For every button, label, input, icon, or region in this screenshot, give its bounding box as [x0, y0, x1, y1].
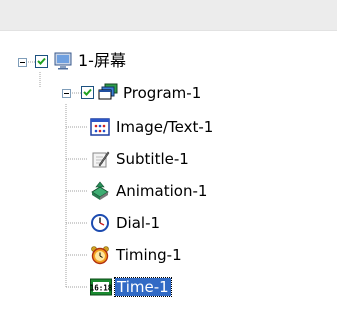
checkmark-icon — [83, 88, 92, 96]
monitor-icon — [53, 51, 73, 71]
tree-node-label-item[interactable]: Subtitle-1 — [114, 150, 191, 168]
svg-text:16:18: 16:18 — [90, 284, 112, 293]
program-tree[interactable]: 1-屏幕 Program-1 Image/Text-1 Subtitle-1 A… — [0, 0, 337, 335]
digital-clock-icon: 16:18 — [90, 277, 113, 297]
image-text-icon — [90, 117, 110, 137]
expand-toggle-program[interactable] — [62, 89, 71, 98]
expand-toggle-screen[interactable] — [18, 58, 27, 67]
tree-node-label-program[interactable]: Program-1 — [121, 84, 203, 102]
checkbox-program[interactable] — [81, 86, 94, 99]
tree-node-label-screen[interactable]: 1-屏幕 — [76, 52, 128, 70]
tree-node-label-item[interactable]: Dial-1 — [114, 214, 162, 232]
checkmark-icon — [37, 57, 46, 65]
clock-dial-icon — [90, 213, 110, 233]
tree-node-label-item[interactable]: Image/Text-1 — [114, 118, 215, 136]
tree-node-label-item[interactable]: Timing-1 — [114, 246, 184, 264]
animation-icon — [90, 181, 110, 201]
pencil-paper-icon — [90, 149, 110, 169]
tree-node-label-item-selected[interactable]: Time-1 — [114, 277, 172, 297]
stacked-windows-icon — [98, 82, 118, 102]
checkbox-screen[interactable] — [35, 55, 48, 68]
alarm-clock-icon — [90, 245, 110, 265]
tree-node-label-item[interactable]: Animation-1 — [114, 182, 209, 200]
